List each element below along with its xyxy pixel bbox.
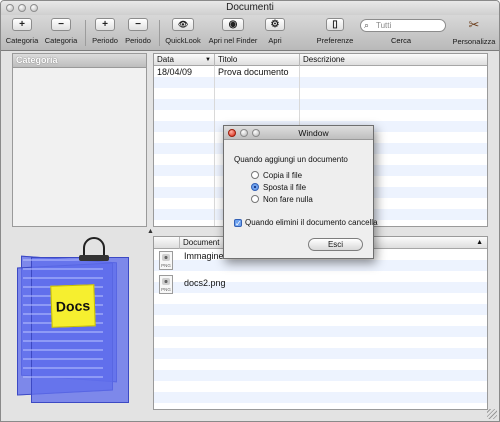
table-header: Data ▼ Titolo Descrizione bbox=[154, 54, 487, 66]
eye-icon: 👁 bbox=[172, 18, 194, 31]
splitter-handle[interactable]: ▲ bbox=[147, 228, 154, 235]
radio-circle bbox=[251, 183, 259, 191]
search-label: Cerca bbox=[391, 36, 412, 45]
binder-clip-bar bbox=[79, 255, 109, 261]
toolbar-label: QuickLook bbox=[165, 36, 201, 45]
dialog-title-bar: Window bbox=[224, 126, 373, 140]
remove-icon: − bbox=[128, 18, 148, 31]
tools-icon: ✂ bbox=[468, 17, 480, 32]
toolbar-separator bbox=[85, 20, 86, 46]
search-placeholder: Tutti bbox=[376, 21, 392, 30]
png-file-icon: PNG bbox=[159, 251, 173, 270]
toolbar-label: Categoria bbox=[5, 36, 39, 45]
documents-illustration: Docs bbox=[13, 237, 143, 409]
table-row[interactable]: PNG docs2.png bbox=[154, 273, 487, 297]
file-name: Immagine bbox=[184, 251, 224, 261]
window-title: Documenti bbox=[226, 2, 274, 13]
column-label: Data bbox=[157, 55, 174, 64]
toolbar: + Categoria − Categoria + Periodo − Peri… bbox=[1, 15, 499, 51]
radio-circle bbox=[251, 195, 259, 203]
open-in-finder-button[interactable]: ◉ Apri nel Finder bbox=[206, 18, 260, 45]
table-body: PNG Immagine PNG docs2.png bbox=[154, 249, 487, 409]
radio-do-nothing[interactable]: Non fare nulla bbox=[251, 195, 313, 204]
radio-circle bbox=[251, 171, 259, 179]
exit-button[interactable]: Esci bbox=[308, 238, 363, 251]
attachments-table[interactable]: Document ▲ PNG Immagine PNG docs2.png bbox=[153, 236, 488, 410]
column-divider bbox=[214, 66, 215, 226]
sort-descending-icon: ▼ bbox=[205, 57, 211, 63]
checkbox-label: Quando elimini il documento cancella bbox=[245, 218, 378, 227]
add-icon: + bbox=[12, 18, 32, 31]
toolbar-label: Periodo bbox=[125, 36, 151, 45]
radio-copy-file[interactable]: Copia il file bbox=[251, 171, 302, 180]
remove-category-button[interactable]: − Categoria bbox=[44, 18, 78, 45]
dialog-title: Window bbox=[298, 128, 329, 138]
sort-ascending-icon: ▲ bbox=[476, 239, 483, 246]
category-header: Categoria bbox=[13, 54, 146, 68]
finder-icon: ◉ bbox=[222, 18, 244, 31]
preferences-button[interactable]: ▯ Preferenze bbox=[314, 18, 356, 45]
add-icon: + bbox=[95, 18, 115, 31]
switch-icon: ▯ bbox=[326, 18, 344, 31]
toolbar-label: Categoria bbox=[44, 36, 78, 45]
remove-icon: − bbox=[51, 18, 71, 31]
add-category-button[interactable]: + Categoria bbox=[5, 18, 39, 45]
radio-label: Sposta il file bbox=[263, 183, 307, 192]
search-icon: ⌕ bbox=[364, 20, 370, 30]
cell-data[interactable]: 18/04/09 bbox=[157, 67, 192, 77]
column-header-descrizione[interactable]: Descrizione bbox=[300, 54, 487, 66]
radio-label: Copia il file bbox=[263, 171, 303, 180]
file-name: docs2.png bbox=[184, 278, 226, 288]
add-period-button[interactable]: + Periodo bbox=[90, 18, 120, 45]
toolbar-label: Periodo bbox=[92, 36, 118, 45]
radio-move-file[interactable]: Sposta il file bbox=[251, 183, 306, 192]
toolbar-separator bbox=[159, 20, 160, 46]
open-button[interactable]: ⚙ Apri bbox=[263, 18, 287, 45]
column-header-icon[interactable] bbox=[154, 237, 180, 249]
dialog-question: Quando aggiungi un documento bbox=[234, 155, 348, 164]
toolbar-label: Apri bbox=[268, 36, 282, 45]
documenti-window: Documenti + Categoria − Categoria + Peri… bbox=[0, 0, 500, 422]
quicklook-button[interactable]: 👁 QuickLook bbox=[164, 18, 202, 45]
radio-label: Non fare nulla bbox=[263, 195, 313, 204]
title-bar: Documenti bbox=[1, 1, 499, 15]
cell-titolo[interactable]: Prova documento bbox=[218, 67, 289, 77]
toolbar-label: Apri nel Finder bbox=[208, 36, 258, 45]
search-input[interactable]: ⌕ Tutti bbox=[360, 19, 446, 32]
resize-grip[interactable] bbox=[487, 409, 497, 419]
remove-period-button[interactable]: − Periodo bbox=[122, 18, 154, 45]
column-header-data[interactable]: Data ▼ bbox=[154, 54, 215, 66]
toolbar-label: Preferenze bbox=[316, 36, 354, 45]
postit-note: Docs bbox=[50, 284, 96, 328]
delete-file-checkbox[interactable]: ✓ Quando elimini il documento cancella bbox=[234, 218, 378, 228]
preferences-dialog: Window Quando aggiungi un documento Copi… bbox=[223, 125, 378, 259]
toolbar-label: Personalizza bbox=[452, 37, 496, 46]
gear-icon: ⚙ bbox=[265, 18, 285, 31]
category-list[interactable]: Categoria bbox=[12, 53, 147, 227]
customize-button[interactable]: ✂ Personalizza bbox=[450, 18, 498, 46]
column-label: Document bbox=[183, 238, 220, 247]
column-header-titolo[interactable]: Titolo bbox=[215, 54, 300, 66]
checkmark-icon: ✓ bbox=[234, 219, 242, 228]
png-file-icon: PNG bbox=[159, 275, 173, 294]
